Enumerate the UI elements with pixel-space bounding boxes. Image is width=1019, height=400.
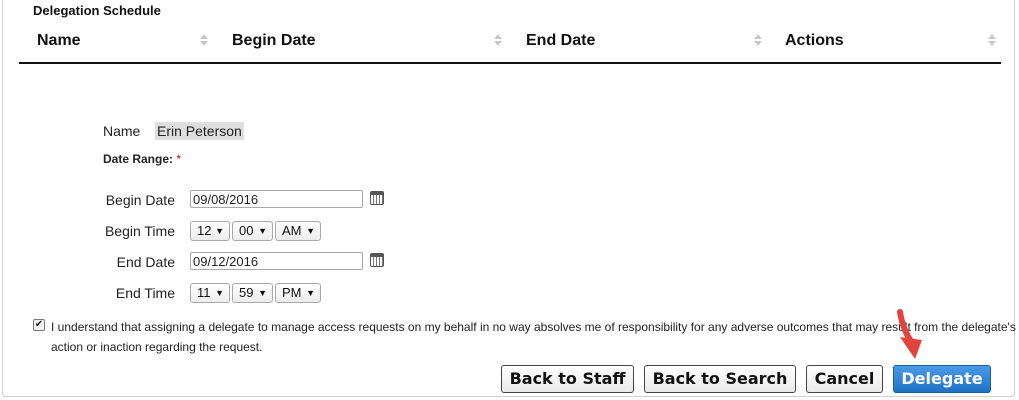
end-hour-value: 11 [197, 285, 211, 300]
agreement-checkbox[interactable]: ✔ [33, 319, 45, 331]
delegation-schedule-table-header: Name Begin Date End Date Actions [19, 24, 1001, 64]
cancel-button[interactable]: Cancel [806, 365, 883, 393]
annotation-arrow-icon [897, 309, 922, 359]
begin-date-input[interactable] [190, 190, 363, 208]
back-to-search-button[interactable]: Back to Search [644, 365, 796, 393]
end-hour-select[interactable]: 11 ▼ [190, 283, 230, 303]
chevron-down-icon: ▼ [258, 226, 267, 236]
begin-minute-select[interactable]: 00 ▼ [232, 221, 273, 241]
begin-minute-value: 00 [239, 223, 254, 238]
sort-name-icon[interactable] [200, 33, 208, 49]
begin-ampm-value: AM [282, 223, 302, 238]
begin-hour-select[interactable]: 12 ▼ [190, 221, 230, 241]
chevron-down-icon: ▼ [215, 226, 224, 236]
section-title: Delegation Schedule [33, 3, 161, 18]
column-header-actions[interactable]: Actions [785, 32, 844, 50]
end-date-input[interactable] [190, 252, 363, 270]
end-ampm-select[interactable]: PM ▼ [275, 283, 321, 303]
date-range-text: Date Range: [103, 152, 174, 166]
required-marker: * [176, 152, 182, 166]
end-date-calendar-icon[interactable] [370, 253, 384, 267]
column-header-name[interactable]: Name [37, 32, 81, 50]
sort-end-date-icon[interactable] [754, 33, 762, 49]
chevron-down-icon: ▼ [306, 226, 315, 236]
chevron-down-icon: ▼ [306, 288, 315, 298]
column-header-end-date[interactable]: End Date [526, 32, 595, 50]
end-date-label: End Date [116, 254, 175, 270]
begin-hour-value: 12 [197, 223, 212, 238]
arrow-head [900, 337, 922, 359]
agreement-text: I understand that assigning a delegate t… [51, 320, 1016, 354]
column-header-begin-date[interactable]: Begin Date [232, 32, 316, 50]
sort-begin-date-icon[interactable] [494, 33, 502, 49]
arrow-shaft [897, 309, 914, 344]
begin-date-label: Begin Date [105, 192, 175, 208]
begin-date-calendar-icon[interactable] [370, 191, 384, 205]
sort-actions-icon[interactable] [988, 33, 996, 49]
end-time-label: End Time [115, 285, 175, 301]
end-ampm-value: PM [282, 285, 302, 300]
chevron-down-icon: ▼ [215, 288, 224, 298]
end-minute-value: 59 [239, 285, 254, 300]
chevron-down-icon: ▼ [258, 288, 267, 298]
begin-time-label: Begin Time [104, 223, 175, 239]
begin-ampm-select[interactable]: AM ▼ [275, 221, 321, 241]
delegate-button[interactable]: Delegate [893, 365, 991, 393]
back-to-staff-button[interactable]: Back to Staff [501, 365, 634, 393]
name-label: Name [103, 123, 141, 139]
delegate-name-value: Erin Peterson [155, 122, 244, 140]
end-minute-select[interactable]: 59 ▼ [232, 283, 273, 303]
date-range-label: Date Range: * [103, 152, 181, 166]
